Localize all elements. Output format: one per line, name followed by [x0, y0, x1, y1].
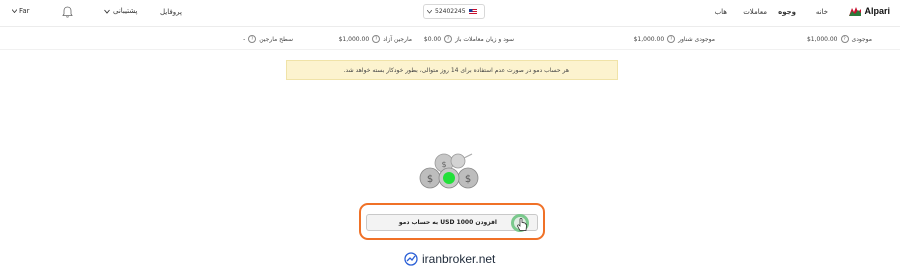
metric-value: -	[243, 35, 246, 43]
svg-text:$: $	[441, 160, 446, 169]
help-icon[interactable]: ?	[840, 35, 849, 43]
brand-logo[interactable]: Alpari	[849, 6, 890, 16]
top-bar: Alpari خانه وجوه معاملات هاب 52402245 پر…	[0, 0, 900, 27]
hand-cursor-icon	[517, 218, 527, 231]
nav-funds[interactable]: وجوه	[778, 8, 796, 16]
help-icon[interactable]: ?	[444, 35, 453, 43]
metric-open-pnl: $0.00 ? سود و زیان معاملات باز	[424, 35, 514, 43]
help-icon[interactable]: ?	[248, 35, 257, 43]
chevron-down-icon	[12, 9, 17, 13]
metric-equity: $1,000.00 ? موجودی شناور	[634, 35, 715, 43]
coins-illustration-icon: $ $ $	[419, 153, 479, 189]
brand-name: Alpari	[864, 6, 890, 16]
metric-value: $0.00	[423, 35, 442, 43]
demo-expiry-notice: هر حساب دمو در صورت عدم استفاده برای 14 …	[286, 60, 618, 80]
nav-trades[interactable]: معاملات	[743, 8, 767, 16]
help-icon[interactable]: ?	[667, 35, 676, 43]
metric-free-margin: $1,000.00 ? مارجین آزاد	[339, 35, 412, 43]
metric-label: سطح مارجین	[259, 35, 293, 43]
metric-value: $1,000.00	[338, 35, 370, 43]
metric-label: سود و زیان معاملات باز	[455, 35, 514, 43]
watermark-text: iranbroker.net	[422, 252, 496, 266]
metric-balance: $1,000.00 ? موجودی	[807, 35, 872, 43]
metric-label: موجودی شناور	[678, 35, 715, 43]
chevron-down-icon	[104, 9, 110, 14]
svg-text:$: $	[427, 174, 433, 185]
chevron-down-icon	[427, 9, 432, 14]
account-selector[interactable]: 52402245	[423, 4, 485, 19]
support-menu[interactable]: پشتیبانی	[104, 7, 137, 15]
account-number: 52402245	[435, 8, 466, 15]
chart-trend-icon	[404, 252, 418, 266]
svg-text:$: $	[465, 174, 471, 185]
account-metrics-bar: $1,000.00 ? موجودی $1,000.00 ? موجودی شن…	[0, 27, 900, 50]
nav-home[interactable]: خانه	[816, 8, 828, 16]
language-selector[interactable]: Far	[12, 7, 30, 15]
language-label: Far	[19, 7, 30, 15]
metric-label: مارجین آزاد	[383, 35, 412, 43]
support-label: پشتیبانی	[113, 7, 138, 15]
nav-hub[interactable]: هاب	[715, 8, 727, 16]
metric-value: $1,000.00	[806, 35, 838, 43]
us-flag-icon	[468, 8, 477, 15]
profile-link[interactable]: پروفایل	[160, 8, 182, 16]
watermark: iranbroker.net	[404, 252, 495, 266]
bell-icon[interactable]	[62, 6, 73, 18]
metric-label: موجودی	[851, 35, 873, 43]
help-icon[interactable]: ?	[372, 35, 381, 43]
alpari-logo-icon	[849, 7, 862, 16]
metric-margin-level: - ? سطح مارجین	[243, 35, 293, 43]
metric-value: $1,000.00	[633, 35, 665, 43]
